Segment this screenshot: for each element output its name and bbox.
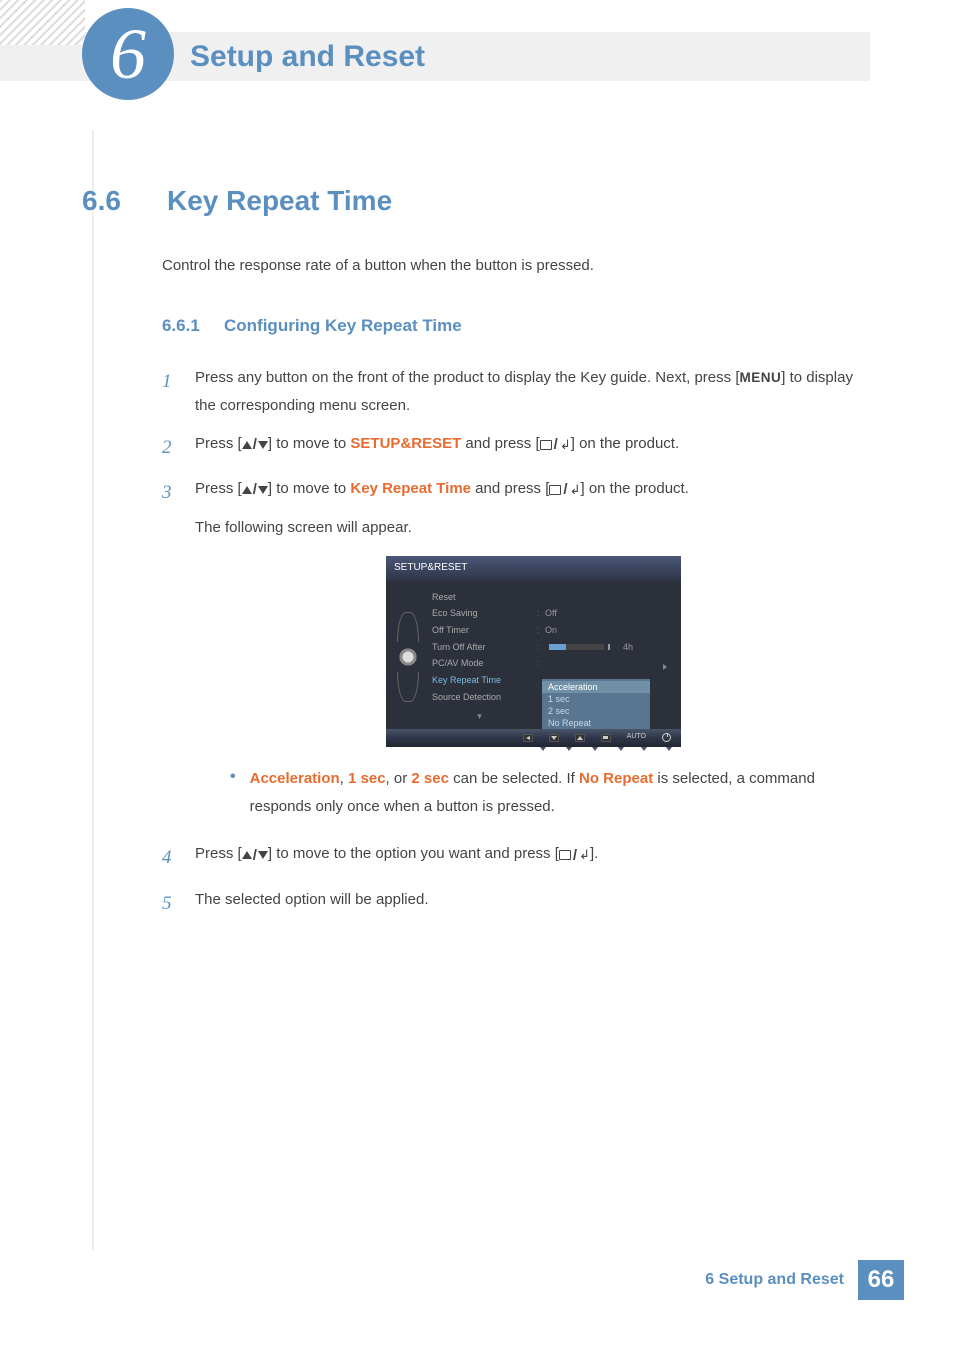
osd-option: 1 sec: [548, 693, 644, 705]
subsection-title: Configuring Key Repeat Time: [224, 316, 462, 336]
menu-button-label: MENU: [739, 370, 781, 385]
arrow-right-icon: [663, 664, 667, 670]
step-1: 1 Press any button on the front of the p…: [162, 364, 872, 420]
step-4: 4 Press [/] to move to the option you wa…: [162, 840, 872, 875]
text: ,: [340, 770, 348, 787]
text: Press [: [195, 435, 242, 452]
enter-icon: /↲: [549, 476, 580, 504]
up-down-icon: /: [242, 476, 268, 504]
option-name: Acceleration: [250, 770, 340, 787]
footer-chapter: 6 Setup and Reset: [705, 1271, 844, 1289]
option-name: No Repeat: [579, 770, 653, 787]
osd-back-icon: [523, 734, 533, 742]
enter-icon: /↲: [559, 842, 590, 870]
up-down-icon: /: [242, 431, 268, 459]
up-down-icon: /: [242, 842, 268, 870]
osd-value: Off: [545, 608, 557, 618]
corner-hatch: [0, 0, 85, 45]
osd-option: 2 sec: [548, 705, 644, 717]
enter-icon: /↲: [540, 431, 571, 459]
note-bullet: • Acceleration, 1 sec, or 2 sec can be s…: [230, 765, 872, 821]
osd-item: Eco Saving: [432, 605, 527, 622]
osd-down-icon: [549, 734, 559, 742]
osd-screenshot: SETUP&RESET Reset Eco Saving Off Timer T…: [386, 556, 681, 747]
osd-item: Turn Off After: [432, 639, 527, 656]
osd-enter-icon: [601, 734, 611, 742]
chapter-title: Setup and Reset: [190, 32, 425, 81]
option-name: 2 sec: [411, 770, 449, 787]
section-intro: Control the response rate of a button wh…: [162, 257, 872, 274]
text: ] to move to: [268, 435, 351, 452]
osd-footer: AUTO: [386, 729, 681, 747]
osd-up-icon: [575, 734, 585, 742]
text: and press [: [471, 480, 549, 497]
osd-scroll-down-icon: ▾: [432, 708, 527, 725]
step-number: 1: [162, 364, 177, 420]
text: Press [: [195, 845, 242, 862]
osd-title: SETUP&RESET: [386, 556, 681, 581]
chapter-number-badge: 6: [82, 8, 174, 100]
bullet-icon: •: [230, 765, 236, 821]
osd-item: Source Detection: [432, 689, 527, 706]
osd-menu-list: Reset Eco Saving Off Timer Turn Off Afte…: [432, 589, 527, 725]
page-footer: 6 Setup and Reset 66: [705, 1260, 904, 1300]
osd-slider: [549, 644, 604, 650]
osd-bracket-icon: [397, 612, 419, 642]
section-title: Key Repeat Time: [167, 185, 392, 217]
step-3: 3 Press [/] to move to Key Repeat Time a…: [162, 475, 872, 831]
text: ] to move to: [268, 480, 351, 497]
power-icon: [662, 733, 671, 742]
gear-icon: [397, 646, 419, 668]
osd-bracket-icon: [397, 672, 419, 702]
step-number: 3: [162, 475, 177, 831]
text: ].: [590, 845, 598, 862]
section-number: 6.6: [82, 185, 137, 217]
step-number: 4: [162, 840, 177, 875]
text: The selected option will be applied.: [195, 886, 872, 921]
menu-target: SETUP&RESET: [350, 435, 461, 452]
osd-value: On: [545, 625, 557, 635]
text: ] to move to the option you want and pre…: [268, 845, 559, 862]
option-name: 1 sec: [348, 770, 386, 787]
osd-item-selected: Key Repeat Time: [432, 672, 527, 689]
osd-option-selected: Acceleration: [542, 681, 650, 693]
osd-option: No Repeat: [548, 717, 644, 729]
text: , or: [386, 770, 412, 787]
osd-auto-label: AUTO: [627, 731, 646, 744]
text: and press [: [461, 435, 539, 452]
osd-item: PC/AV Mode: [432, 655, 527, 672]
footer-page-number: 66: [858, 1260, 904, 1300]
step-2: 2 Press [/] to move to SETUP&RESET and p…: [162, 430, 872, 465]
step-number: 5: [162, 886, 177, 921]
osd-value: 4h: [623, 639, 633, 656]
osd-values: :Off :On : 4h : Acceleration 1 sec 2 sec…: [537, 589, 673, 725]
step-number: 2: [162, 430, 177, 465]
text: ] on the product.: [580, 480, 688, 497]
text: Press [: [195, 480, 242, 497]
text: can be selected. If: [449, 770, 579, 787]
following-text: The following screen will appear.: [195, 514, 872, 542]
osd-item: Reset: [432, 589, 527, 606]
subsection-number: 6.6.1: [162, 316, 202, 336]
osd-dropdown: Acceleration 1 sec 2 sec No Repeat: [542, 679, 650, 732]
text: Press any button on the front of the pro…: [195, 369, 739, 386]
osd-item: Off Timer: [432, 622, 527, 639]
menu-target: Key Repeat Time: [350, 480, 471, 497]
text: ] on the product.: [571, 435, 679, 452]
step-5: 5 The selected option will be applied.: [162, 886, 872, 921]
